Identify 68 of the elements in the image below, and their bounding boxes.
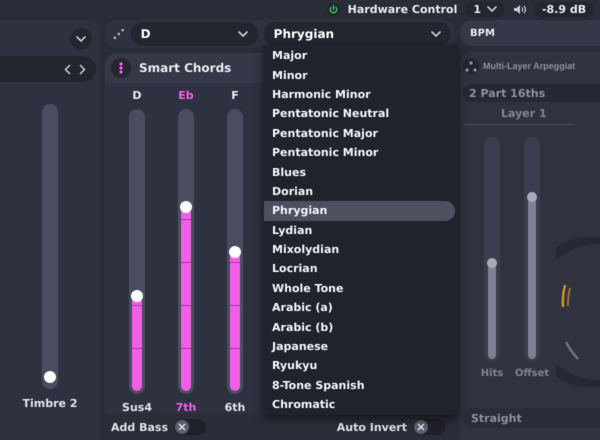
slider-track[interactable] (129, 109, 145, 394)
chord-note: D (132, 89, 142, 102)
dotted-line-icon (113, 28, 125, 40)
menu-item[interactable]: Dorian (264, 182, 455, 202)
chord-label: 7th (176, 401, 196, 414)
chord-label: Sus4 (122, 401, 152, 414)
dropdown-button[interactable] (70, 28, 92, 50)
slider-thumb[interactable] (131, 290, 143, 302)
slider-track[interactable] (178, 109, 194, 394)
menu-item[interactable]: Major (264, 46, 455, 66)
menu-item[interactable]: Minor (264, 65, 455, 85)
chevron-down-icon (487, 6, 497, 12)
triangle-dots-icon (465, 60, 477, 72)
pattern-dropdown[interactable]: 2 Part 16ths (463, 84, 600, 102)
slider-track[interactable] (227, 109, 243, 394)
key-dropdown[interactable]: D (130, 22, 258, 46)
bpm-field[interactable]: BPM (460, 20, 600, 46)
slider-thumb[interactable] (180, 200, 192, 213)
menu-item[interactable]: Arabic (a) (264, 298, 455, 318)
chord-note: F (231, 89, 239, 102)
chevron-left-icon[interactable] (64, 64, 71, 74)
menu-item[interactable]: Pentatonic Major (264, 124, 455, 143)
stacked-dots-icon (118, 62, 124, 74)
slider-label: Timbre 2 (22, 397, 78, 410)
panel-title: Smart Chords (139, 61, 232, 75)
chord-note: Eb (178, 89, 194, 102)
chevron-down-icon (76, 36, 86, 42)
chevron-down-icon (238, 31, 248, 37)
speaker-icon[interactable] (513, 4, 526, 14)
menu-item[interactable]: Pentatonic Minor (264, 142, 455, 162)
chevron-down-icon (430, 31, 441, 37)
menu-item[interactable]: Whole Tone (264, 278, 455, 298)
x-icon (178, 423, 186, 431)
chord-label: 6th (224, 401, 246, 414)
menu-item[interactable]: Lydian (264, 220, 455, 240)
menu-item[interactable]: Phrygian (264, 201, 455, 221)
volume-field[interactable]: -8.9 dB (534, 2, 594, 16)
menu-item[interactable]: Japanese (264, 336, 455, 356)
slider-label: Hits (480, 368, 504, 379)
panel-title: Multi-Layer Arpeggiat (483, 61, 576, 71)
hardware-control-label: Hardware Control (348, 2, 458, 16)
slider-track[interactable] (42, 104, 58, 389)
slider-thumb[interactable] (44, 370, 56, 383)
mode-dropdown[interactable]: Straight (463, 408, 600, 428)
x-icon (417, 423, 425, 431)
slider-thumb[interactable] (229, 246, 241, 258)
slider-track[interactable] (524, 137, 540, 362)
channel-dropdown[interactable]: 1 (465, 2, 505, 16)
menu-item[interactable]: Locrian (264, 259, 455, 279)
slider-thumb[interactable] (487, 258, 497, 268)
menu-item[interactable]: Blues (264, 162, 455, 182)
menu-item[interactable]: Chromatic (264, 395, 455, 414)
toggle-label: Auto Invert (336, 420, 407, 434)
menu-item[interactable]: Arabic (b) (264, 317, 455, 337)
power-icon[interactable] (326, 2, 340, 16)
scale-dropdown[interactable]: Phrygian (264, 22, 451, 46)
slider-track[interactable] (484, 137, 500, 362)
menu-item[interactable]: Ryukyu (264, 356, 455, 376)
toggle-switch[interactable] (174, 419, 206, 435)
menu-item[interactable]: Harmonic Minor (264, 84, 455, 104)
slider-label: Offset (514, 368, 550, 379)
menu-item[interactable]: Pentatonic Neutral (264, 104, 455, 124)
slider-thumb[interactable] (527, 192, 537, 202)
toggle-switch[interactable] (413, 419, 445, 435)
menu-item[interactable]: Mixolydian (264, 240, 455, 260)
toggle-label: Add Bass (111, 420, 168, 434)
chevron-right-icon[interactable] (79, 64, 86, 74)
menu-item[interactable]: 8-Tone Spanish (264, 376, 455, 396)
